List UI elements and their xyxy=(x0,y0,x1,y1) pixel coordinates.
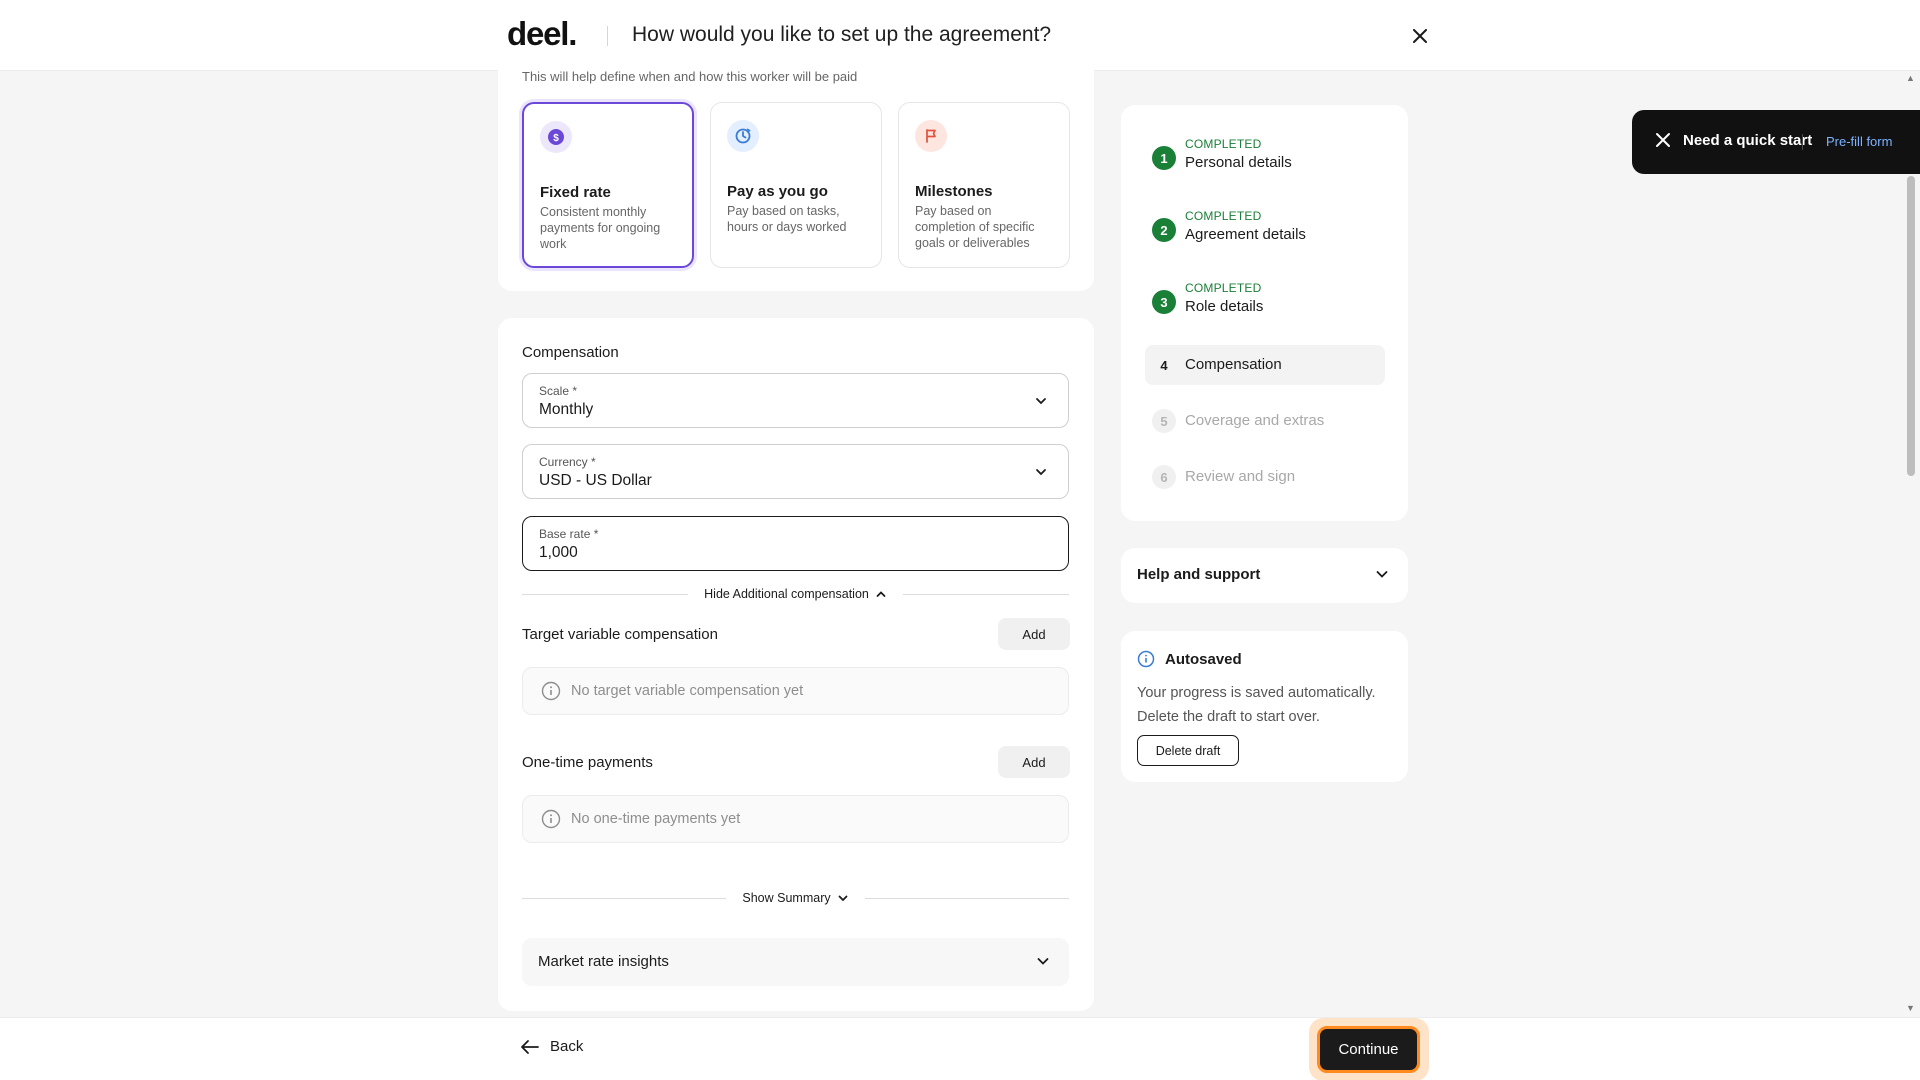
currency-label: Currency * xyxy=(539,455,596,469)
chevron-down-icon xyxy=(1037,958,1049,965)
quick-start-toast: Need a quick start Pre-fill form xyxy=(1632,110,1920,174)
info-icon xyxy=(1137,650,1155,668)
step-number: 3 xyxy=(1152,290,1176,314)
summary-divider: Show Summary xyxy=(522,888,1070,908)
compensation-title: Compensation xyxy=(522,344,619,361)
option-pay-as-you-go[interactable]: Pay as you go Pay based on tasks, hours … xyxy=(710,102,882,268)
autosave-heading: Autosaved xyxy=(1137,650,1242,668)
step-label: Personal details xyxy=(1185,154,1292,171)
chevron-up-icon xyxy=(876,591,886,597)
step-label: Agreement details xyxy=(1185,226,1306,243)
arrow-left-icon xyxy=(521,1039,539,1054)
step-status: COMPLETED xyxy=(1185,137,1262,151)
scale-select[interactable]: Scale * Monthly xyxy=(522,373,1069,428)
add-one-time-payment-button[interactable]: Add xyxy=(998,746,1070,778)
info-icon xyxy=(541,681,561,701)
target-variable-title: Target variable compensation xyxy=(522,626,718,643)
hide-additional-compensation-toggle[interactable]: Hide Additional compensation xyxy=(688,587,903,601)
step-label: Role details xyxy=(1185,298,1264,315)
option-title: Fixed rate xyxy=(540,184,611,201)
contract-type-subtitle: This will help define when and how this … xyxy=(522,69,858,84)
flag-icon xyxy=(915,120,947,152)
chevron-down-icon xyxy=(1036,398,1046,405)
add-target-variable-button[interactable]: Add xyxy=(998,618,1070,650)
clock-refresh-icon xyxy=(727,120,759,152)
show-summary-toggle[interactable]: Show Summary xyxy=(726,891,864,905)
page-scrollbar[interactable]: ▲ ▼ xyxy=(1902,71,1920,1017)
help-and-support-accordion[interactable]: Help and support xyxy=(1121,548,1408,603)
one-time-payments-empty-state: No one-time payments yet xyxy=(522,795,1069,843)
scroll-up-arrow-icon[interactable]: ▲ xyxy=(1906,73,1915,83)
option-milestones[interactable]: Milestones Pay based on completion of sp… xyxy=(898,102,1070,268)
toggle-label: Hide Additional compensation xyxy=(704,587,869,601)
step-number: 5 xyxy=(1152,409,1176,433)
currency-value: USD - US Dollar xyxy=(539,472,652,489)
close-icon xyxy=(1413,29,1427,43)
step-agreement-details[interactable]: 2 COMPLETED Agreement details xyxy=(1145,207,1385,251)
back-label: Back xyxy=(550,1038,584,1055)
option-description: Consistent monthly payments for ongoing … xyxy=(540,205,661,251)
back-button[interactable]: Back xyxy=(520,1038,583,1055)
dollar-coin-icon: $ xyxy=(540,121,572,153)
step-compensation[interactable]: 4 Compensation xyxy=(1145,345,1385,385)
step-status: COMPLETED xyxy=(1185,281,1262,295)
empty-text: No target variable compensation yet xyxy=(571,683,804,699)
chevron-down-icon xyxy=(838,895,848,902)
toggle-label: Show Summary xyxy=(742,891,831,905)
compensation-card: Compensation Scale * Monthly Currency * … xyxy=(498,318,1094,1011)
one-time-payments-title: One-time payments xyxy=(522,754,653,771)
footer-bar: Back Continue xyxy=(0,1017,1920,1080)
base-rate-value: 1,000 xyxy=(539,544,578,561)
market-rate-insights-accordion[interactable]: Market rate insights xyxy=(522,938,1069,986)
header-divider xyxy=(607,26,608,46)
base-rate-label: Base rate * xyxy=(539,527,599,541)
progress-steps-card: 1 COMPLETED Personal details 2 COMPLETED… xyxy=(1121,105,1408,521)
delete-draft-button[interactable]: Delete draft xyxy=(1137,735,1239,766)
chevron-down-icon xyxy=(1376,571,1388,578)
option-description: Pay based on completion of specific goal… xyxy=(915,204,1035,250)
svg-text:$: $ xyxy=(553,133,559,144)
toast-message: Need a quick start xyxy=(1683,132,1813,149)
step-number: 2 xyxy=(1152,218,1176,242)
additional-compensation-divider: Hide Additional compensation xyxy=(522,584,1070,604)
scale-label: Scale * xyxy=(539,384,578,398)
option-title: Pay as you go xyxy=(727,183,828,200)
page-title: How would you like to set up the agreeme… xyxy=(632,23,1052,46)
info-icon xyxy=(541,809,561,829)
scrollbar-thumb[interactable] xyxy=(1907,176,1915,476)
step-coverage-and-extras: 5 Coverage and extras xyxy=(1145,401,1385,441)
market-rate-insights-title: Market rate insights xyxy=(538,953,669,970)
step-review-and-sign: 6 Review and sign xyxy=(1145,457,1385,497)
step-label: Coverage and extras xyxy=(1185,412,1325,429)
close-icon[interactable] xyxy=(1654,131,1672,149)
autosave-description: Your progress is saved automatically. De… xyxy=(1137,685,1376,725)
continue-button[interactable]: Continue xyxy=(1317,1026,1420,1073)
option-fixed-rate[interactable]: $ Fixed rate Consistent monthly payments… xyxy=(522,102,694,268)
step-number: 6 xyxy=(1152,465,1176,489)
deel-logo: deel. xyxy=(507,15,577,52)
currency-select[interactable]: Currency * USD - US Dollar xyxy=(522,444,1069,499)
chevron-down-icon xyxy=(1036,469,1046,476)
scroll-down-arrow-icon[interactable]: ▼ xyxy=(1906,1003,1915,1013)
close-button[interactable] xyxy=(1406,22,1434,50)
scale-value: Monthly xyxy=(539,401,594,418)
step-status: COMPLETED xyxy=(1185,209,1262,223)
step-label: Compensation xyxy=(1185,356,1282,373)
empty-text: No one-time payments yet xyxy=(571,811,741,827)
step-label: Review and sign xyxy=(1185,468,1296,485)
step-personal-details[interactable]: 1 COMPLETED Personal details xyxy=(1145,135,1385,179)
contract-type-card: This will help define when and how this … xyxy=(498,58,1094,291)
option-title: Milestones xyxy=(915,183,993,200)
target-variable-empty-state: No target variable compensation yet xyxy=(522,667,1069,715)
step-role-details[interactable]: 3 COMPLETED Role details xyxy=(1145,279,1385,323)
toast-separator xyxy=(1802,134,1803,150)
autosave-title: Autosaved xyxy=(1165,650,1242,668)
autosave-card: Autosaved Your progress is saved automat… xyxy=(1121,631,1408,782)
help-title: Help and support xyxy=(1137,566,1261,583)
option-description: Pay based on tasks, hours or days worked xyxy=(727,204,847,234)
step-number: 1 xyxy=(1152,146,1176,170)
base-rate-input[interactable]: Base rate * 1,000 xyxy=(522,516,1069,571)
step-number: 4 xyxy=(1160,357,1168,373)
prefill-form-link[interactable]: Pre-fill form xyxy=(1826,134,1892,149)
